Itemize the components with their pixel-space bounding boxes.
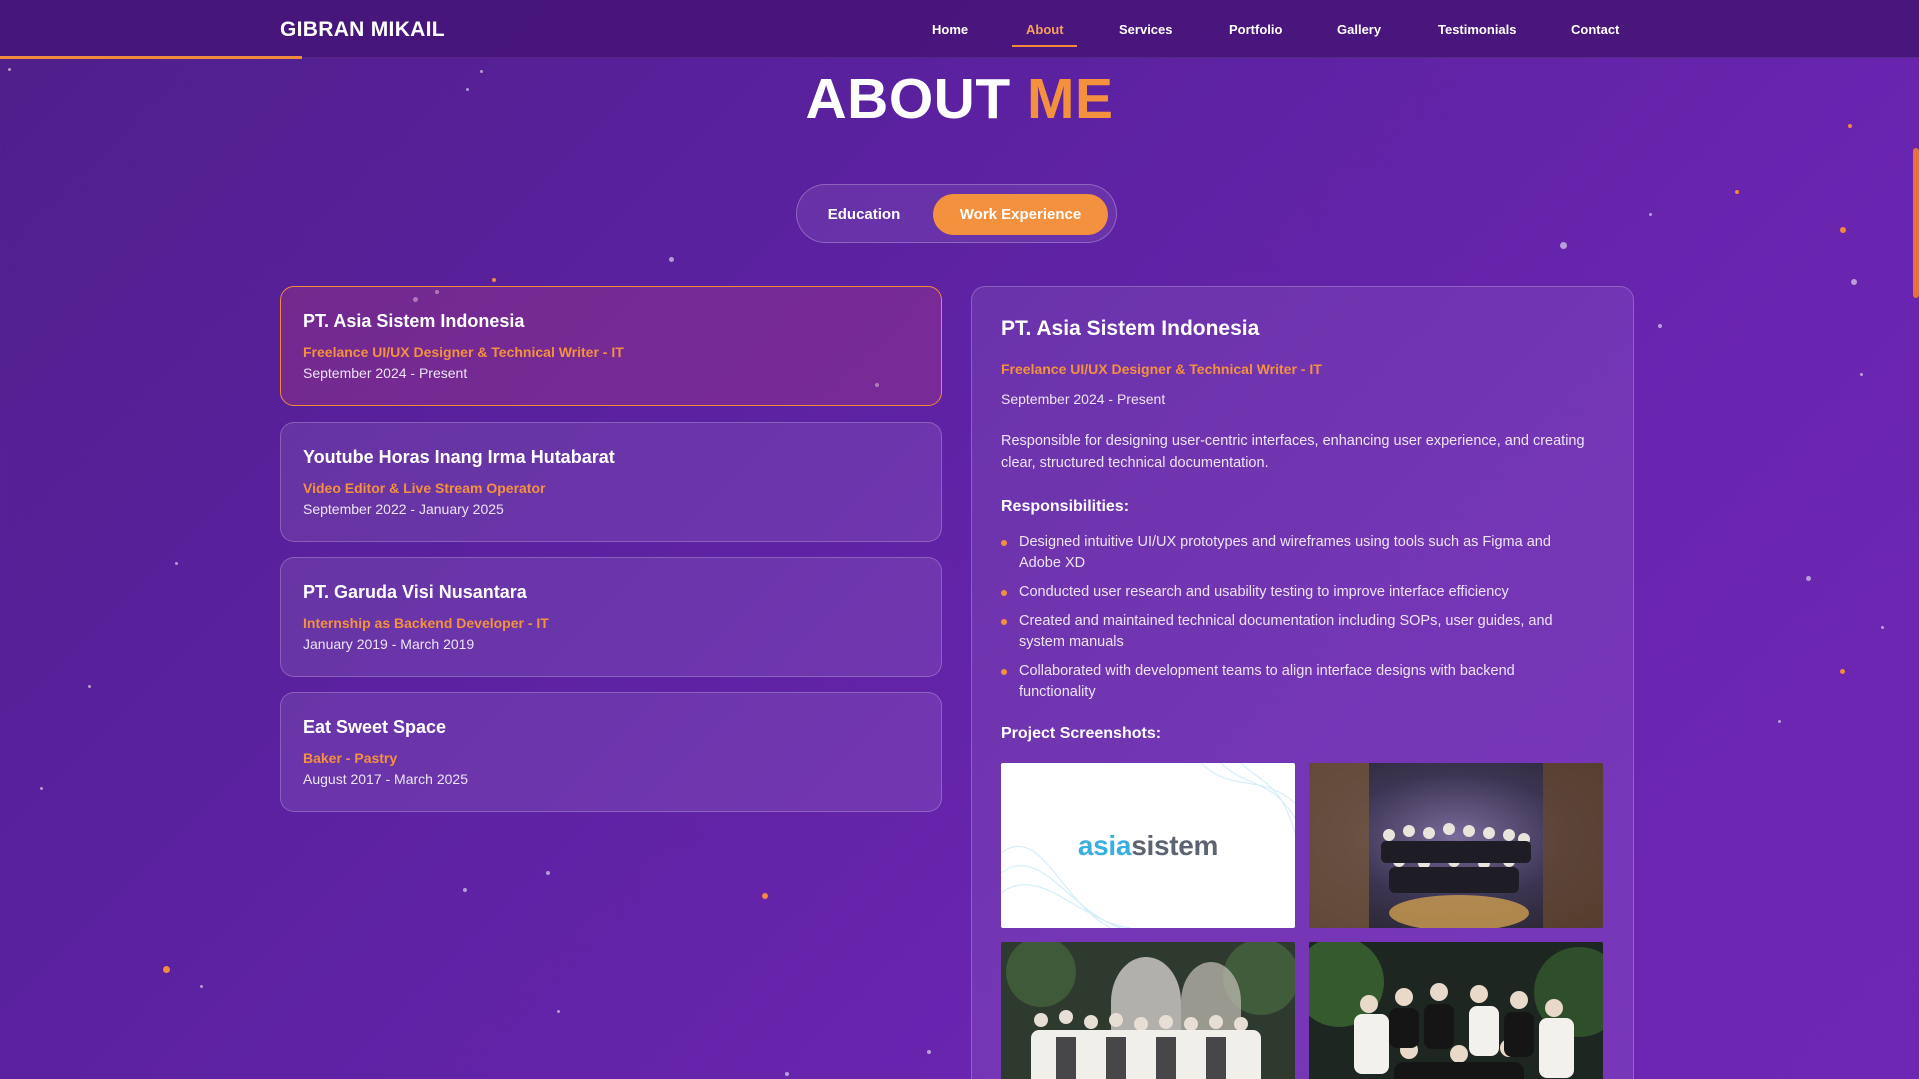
nav-testimonials[interactable]: Testimonials bbox=[1438, 22, 1517, 37]
team-photo-icon bbox=[1309, 942, 1603, 1079]
navbar: GIBRAN MIKAIL Home About Services Portfo… bbox=[0, 0, 1919, 59]
about-tabs: Education Work Experience bbox=[796, 184, 1117, 243]
nav-home[interactable]: Home bbox=[932, 22, 968, 37]
screenshot-asiasistem-logo[interactable]: asiasistem bbox=[1001, 763, 1295, 928]
team-photo-icon bbox=[1001, 942, 1295, 1079]
nav-active-underline bbox=[1012, 45, 1077, 47]
title-main: ABOUT bbox=[805, 67, 1011, 131]
experience-company: PT. Asia Sistem Indonesia bbox=[303, 311, 525, 331]
page-scrollbar[interactable] bbox=[1913, 148, 1919, 298]
page-title: ABOUT ME bbox=[0, 66, 1919, 132]
experience-date: January 2019 - March 2019 bbox=[303, 636, 475, 652]
screenshot-team-photo-3[interactable] bbox=[1309, 942, 1603, 1079]
experience-date: September 2022 - January 2025 bbox=[303, 501, 504, 517]
experience-card-eat-sweet-space[interactable]: Eat Sweet Space Baker - Pastry August 20… bbox=[280, 692, 942, 812]
responsibility-item: Conducted user research and usability te… bbox=[1001, 582, 1591, 603]
experience-date: September 2024 - Present bbox=[303, 365, 468, 381]
screenshots-heading: Project Screenshots: bbox=[1001, 725, 1162, 742]
nav-services[interactable]: Services bbox=[1119, 22, 1173, 37]
brand-logo[interactable]: GIBRAN MIKAIL bbox=[280, 18, 445, 42]
nav-portfolio[interactable]: Portfolio bbox=[1229, 22, 1282, 37]
experience-card-asia-sistem[interactable]: PT. Asia Sistem Indonesia Freelance UI/U… bbox=[280, 286, 942, 406]
experience-company: Eat Sweet Space bbox=[303, 717, 447, 737]
asiasistem-logo: asiasistem bbox=[1077, 829, 1219, 861]
experience-card-garuda[interactable]: PT. Garuda Visi Nusantara Internship as … bbox=[280, 557, 942, 677]
scroll-progress-bar bbox=[0, 56, 302, 59]
nav-gallery[interactable]: Gallery bbox=[1337, 22, 1381, 37]
experience-role: Internship as Backend Developer - IT bbox=[303, 615, 549, 631]
responsibility-item: Collaborated with development teams to a… bbox=[1001, 661, 1591, 703]
detail-date: September 2024 - Present bbox=[1001, 391, 1166, 407]
responsibility-item: Created and maintained technical documen… bbox=[1001, 611, 1591, 653]
detail-description: Responsible for designing user-centric i… bbox=[1001, 433, 1585, 471]
team-photo-icon bbox=[1309, 763, 1603, 928]
experience-date: August 2017 - March 2025 bbox=[303, 771, 468, 787]
tab-work-experience[interactable]: Work Experience bbox=[933, 194, 1108, 235]
detail-company: PT. Asia Sistem Indonesia bbox=[1001, 317, 1260, 340]
experience-detail-panel: PT. Asia Sistem Indonesia Freelance UI/U… bbox=[971, 286, 1634, 1079]
screenshot-team-photo-2[interactable] bbox=[1001, 942, 1295, 1079]
screenshot-team-photo-1[interactable] bbox=[1309, 763, 1603, 928]
title-accent: ME bbox=[1027, 67, 1114, 131]
detail-role: Freelance UI/UX Designer & Technical Wri… bbox=[1001, 361, 1322, 377]
responsibilities-list: Designed intuitive UI/UX prototypes and … bbox=[1001, 532, 1604, 703]
responsibilities-heading: Responsibilities: bbox=[1001, 498, 1130, 515]
experience-card-youtube[interactable]: Youtube Horas Inang Irma Hutabarat Video… bbox=[280, 422, 942, 542]
experience-company: Youtube Horas Inang Irma Hutabarat bbox=[303, 447, 615, 467]
tab-education[interactable]: Education bbox=[809, 194, 919, 235]
nav-contact[interactable]: Contact bbox=[1571, 22, 1619, 37]
experience-role: Video Editor & Live Stream Operator bbox=[303, 480, 546, 496]
experience-company: PT. Garuda Visi Nusantara bbox=[303, 582, 527, 602]
nav-about[interactable]: About bbox=[1026, 22, 1064, 37]
experience-role: Freelance UI/UX Designer & Technical Wri… bbox=[303, 344, 624, 360]
experience-role: Baker - Pastry bbox=[303, 750, 398, 766]
responsibility-item: Designed intuitive UI/UX prototypes and … bbox=[1001, 532, 1591, 574]
